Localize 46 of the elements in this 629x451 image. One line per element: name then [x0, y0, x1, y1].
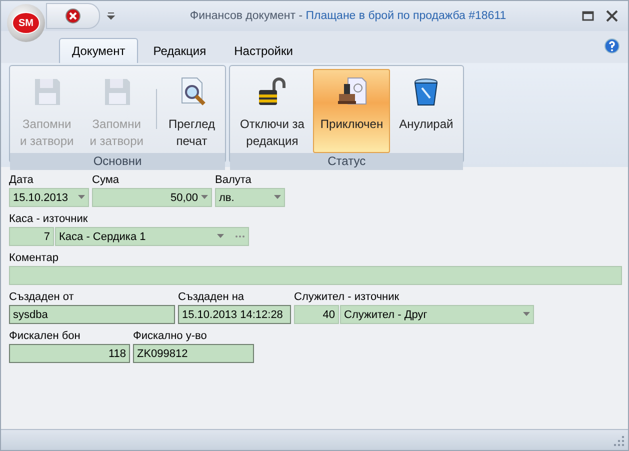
input-field[interactable]: ZK099812 — [133, 344, 254, 363]
field-label: Създаден на — [178, 290, 246, 305]
field-label: Каса - източник — [9, 212, 89, 227]
window-title: Финансов документ - Плащане в брой по продажба #18611 — [188, 10, 508, 22]
combo-field[interactable]: лв. — [215, 188, 285, 207]
field-label: Служител - източник — [294, 290, 400, 305]
ribbon-button[interactable]: Приключен — [313, 69, 390, 153]
combo-field[interactable]: 15.10.2013 — [9, 188, 89, 207]
ribbon-tab[interactable]: Настройки — [221, 38, 306, 63]
dropdown-icon[interactable] — [201, 195, 208, 200]
input-field[interactable] — [9, 266, 622, 285]
field-label: Създаден от — [9, 290, 75, 305]
group-label: Статус — [230, 153, 464, 170]
input-field[interactable]: sysdba — [9, 305, 175, 324]
input-field[interactable]: 118 — [9, 344, 130, 363]
field-label: Сума — [92, 173, 120, 188]
input-field[interactable]: 15.10.2013 14:12:28 — [178, 305, 291, 324]
padlock-icon — [256, 76, 288, 108]
ellipsis-icon[interactable] — [235, 235, 245, 238]
ribbon-tab[interactable]: Редакция — [140, 38, 220, 63]
ribbon-button[interactable]: Преглед печат — [162, 69, 222, 153]
ribbon-tab[interactable]: Документ — [59, 38, 138, 63]
ribbon-button[interactable]: Отключи за редакция — [233, 69, 312, 153]
field-label: Фискално у-во — [133, 329, 208, 344]
combo-field[interactable]: Служител - Друг — [340, 305, 534, 324]
dropdown-icon[interactable] — [523, 312, 530, 317]
dropdown-icon[interactable] — [78, 195, 85, 200]
help-icon[interactable] — [604, 38, 620, 54]
combo-field[interactable]: 50,00 — [92, 188, 212, 207]
close-icon[interactable] — [604, 9, 620, 23]
app-menu-button[interactable]: SM — [7, 4, 45, 42]
input-field[interactable]: 7 — [9, 227, 54, 246]
dropdown-icon[interactable] — [217, 234, 224, 239]
field-label: Фискален бон — [9, 329, 82, 344]
combo-field[interactable]: Каса - Сердика 1 — [55, 227, 249, 246]
field-label: Дата — [9, 173, 34, 188]
dropdown-icon[interactable] — [274, 195, 281, 200]
input-field[interactable]: 40 — [294, 305, 339, 324]
close-icon[interactable] — [65, 8, 81, 24]
resize-grip-icon[interactable] — [613, 435, 625, 447]
field-label: Валута — [215, 173, 252, 188]
ribbon-button[interactable]: Анулирай — [392, 69, 460, 153]
maximize-icon[interactable] — [580, 9, 596, 23]
group-label: Основни — [10, 153, 225, 170]
field-label: Коментар — [9, 251, 60, 266]
dropdown-icon[interactable] — [106, 11, 116, 21]
